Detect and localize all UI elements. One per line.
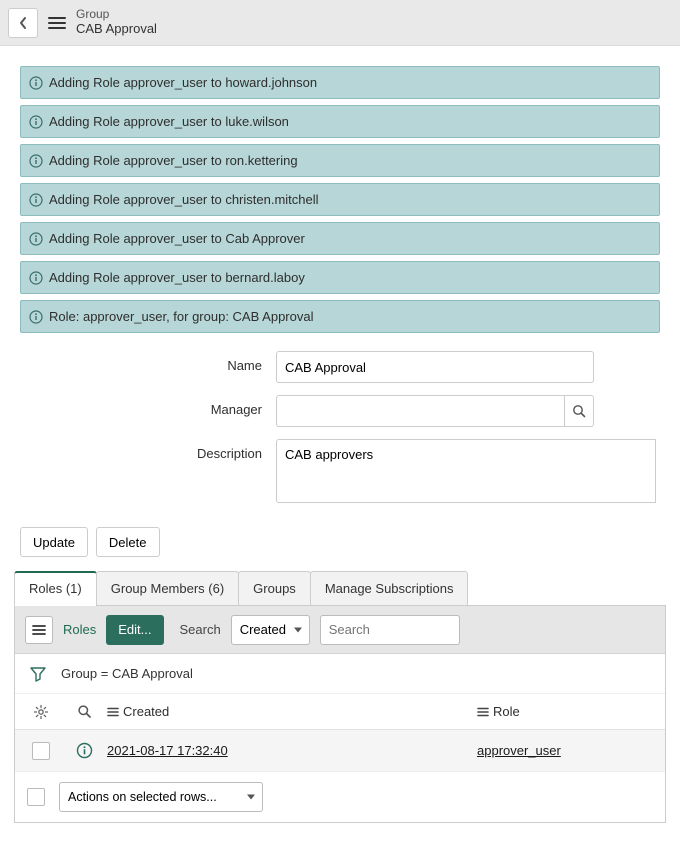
- group-form: Name Manager Description: [0, 337, 680, 527]
- table-row: 2021-08-17 17:32:40 approver_user: [15, 730, 665, 772]
- row-checkbox[interactable]: [32, 742, 50, 760]
- column-header-role[interactable]: Role: [477, 704, 659, 719]
- info-icon: [29, 193, 43, 207]
- record-display-name: CAB Approval: [76, 22, 157, 37]
- info-message: Adding Role approver_user to christen.mi…: [20, 183, 660, 216]
- info-message: Adding Role approver_user to bernard.lab…: [20, 261, 660, 294]
- info-message: Adding Role approver_user to ron.ketteri…: [20, 144, 660, 177]
- info-message: Adding Role approver_user to luke.wilson: [20, 105, 660, 138]
- info-message: Role: approver_user, for group: CAB Appr…: [20, 300, 660, 333]
- info-icon: [29, 115, 43, 129]
- gear-icon: [33, 704, 49, 720]
- search-input[interactable]: [320, 615, 460, 645]
- description-label: Description: [0, 439, 276, 461]
- filter-icon: [29, 665, 47, 683]
- column-search-toggle[interactable]: [73, 701, 95, 723]
- edit-button[interactable]: Edit...: [106, 615, 163, 645]
- tab-group-members[interactable]: Group Members (6): [96, 571, 239, 606]
- select-all-checkbox[interactable]: [27, 788, 45, 806]
- list-toolbar: Roles Edit... Search Created: [15, 606, 665, 654]
- column-header-created[interactable]: Created: [107, 704, 477, 719]
- delete-button[interactable]: Delete: [96, 527, 160, 557]
- record-header: Group CAB Approval: [0, 0, 680, 46]
- manager-label: Manager: [0, 395, 276, 417]
- context-menu-button[interactable]: [46, 12, 68, 34]
- info-message-text: Adding Role approver_user to christen.mi…: [49, 192, 319, 207]
- column-label: Created: [123, 704, 169, 719]
- search-field-select[interactable]: Created: [231, 615, 310, 645]
- info-message-text: Adding Role approver_user to Cab Approve…: [49, 231, 305, 246]
- hamburger-icon: [48, 16, 66, 30]
- manager-input[interactable]: [276, 395, 564, 427]
- info-icon: [29, 271, 43, 285]
- info-message-text: Adding Role approver_user to bernard.lab…: [49, 270, 305, 285]
- filter-button[interactable]: [27, 663, 49, 685]
- info-icon: [29, 310, 43, 324]
- row-preview-button[interactable]: [73, 740, 95, 762]
- name-label: Name: [0, 351, 276, 373]
- related-tabs: Roles (1) Group Members (6) Groups Manag…: [14, 571, 666, 606]
- info-icon: [76, 742, 93, 759]
- hamburger-icon: [107, 707, 119, 717]
- personalize-list-button[interactable]: [30, 701, 52, 723]
- info-icon: [29, 232, 43, 246]
- search-icon: [77, 704, 92, 719]
- title-block: Group CAB Approval: [76, 8, 157, 37]
- info-message: Adding Role approver_user to howard.john…: [20, 66, 660, 99]
- manager-lookup-button[interactable]: [564, 395, 594, 427]
- name-input[interactable]: [276, 351, 594, 383]
- info-message: Adding Role approver_user to Cab Approve…: [20, 222, 660, 255]
- hamburger-icon: [477, 707, 489, 717]
- roles-related-list: Roles Edit... Search Created Group = CAB…: [14, 605, 666, 823]
- filter-breadcrumb[interactable]: Group = CAB Approval: [61, 666, 193, 681]
- list-menu-button[interactable]: [25, 616, 53, 644]
- column-header-row: Created Role: [15, 694, 665, 730]
- role-cell-link[interactable]: approver_user: [477, 743, 561, 758]
- tab-groups[interactable]: Groups: [238, 571, 311, 606]
- description-textarea[interactable]: [276, 439, 656, 503]
- info-message-text: Role: approver_user, for group: CAB Appr…: [49, 309, 313, 324]
- info-message-text: Adding Role approver_user to ron.ketteri…: [49, 153, 298, 168]
- tab-roles[interactable]: Roles (1): [14, 571, 97, 606]
- record-type-label: Group: [76, 8, 157, 22]
- back-button[interactable]: [8, 8, 38, 38]
- search-icon: [572, 404, 586, 418]
- info-icon: [29, 154, 43, 168]
- search-label: Search: [180, 622, 221, 637]
- bulk-actions-select[interactable]: Actions on selected rows...: [59, 782, 263, 812]
- list-title: Roles: [63, 622, 96, 637]
- column-label: Role: [493, 704, 520, 719]
- created-cell-link[interactable]: 2021-08-17 17:32:40: [107, 743, 228, 758]
- info-message-text: Adding Role approver_user to howard.john…: [49, 75, 317, 90]
- list-footer: Actions on selected rows...: [15, 772, 665, 822]
- form-actions: Update Delete: [0, 527, 680, 571]
- info-messages: Adding Role approver_user to howard.john…: [0, 46, 680, 337]
- hamburger-icon: [32, 624, 46, 636]
- filter-bar: Group = CAB Approval: [15, 654, 665, 694]
- chevron-left-icon: [18, 16, 28, 30]
- tab-manage-subscriptions[interactable]: Manage Subscriptions: [310, 571, 469, 606]
- info-message-text: Adding Role approver_user to luke.wilson: [49, 114, 289, 129]
- update-button[interactable]: Update: [20, 527, 88, 557]
- info-icon: [29, 76, 43, 90]
